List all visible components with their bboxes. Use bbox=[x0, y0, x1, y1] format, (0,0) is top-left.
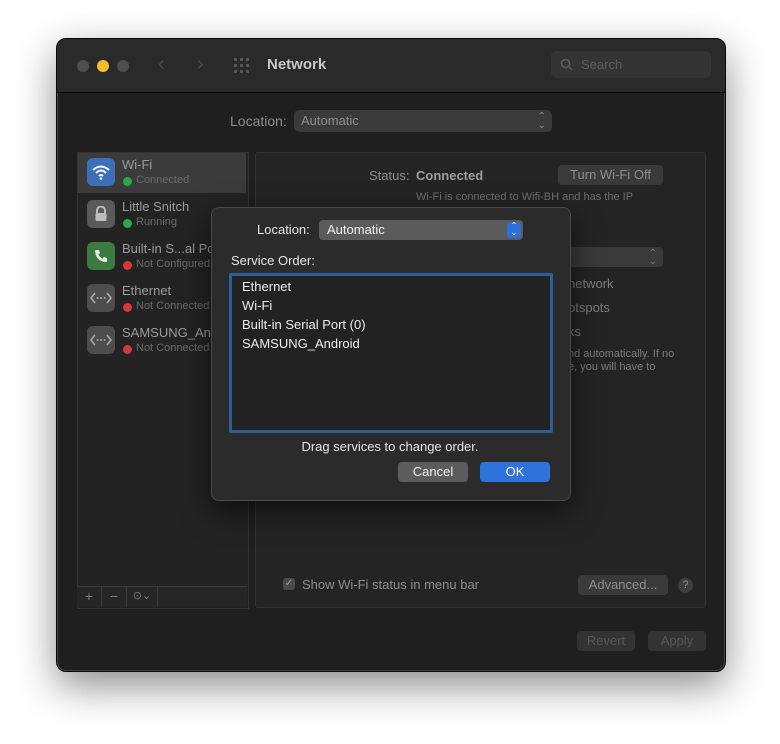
partial-text: otspots bbox=[568, 300, 610, 315]
show-wifi-status-label: Show Wi-Fi status in menu bar bbox=[302, 577, 480, 592]
window-title: Network bbox=[267, 56, 327, 73]
service-order-list[interactable]: Ethernet Wi-Fi Built-in Serial Port (0) … bbox=[229, 273, 553, 433]
status-value: Connected bbox=[416, 168, 484, 183]
status-dot bbox=[123, 345, 132, 354]
minimize-window-button[interactable] bbox=[97, 60, 109, 72]
forward-chevron-icon[interactable]: › bbox=[197, 53, 204, 76]
phone-icon bbox=[87, 242, 115, 270]
wifi-icon bbox=[87, 158, 115, 186]
add-service-button[interactable]: + bbox=[77, 587, 102, 607]
updown-chevron-icon: ⌃ ⌄ bbox=[537, 111, 546, 131]
service-name: Built-in S...al Port bbox=[122, 241, 223, 256]
service-status: Not Configured bbox=[136, 258, 210, 270]
network-name-select[interactable]: ⌃ ⌄ bbox=[567, 247, 663, 267]
status-description: Wi-Fi is connected to Wifi-BH and has th… bbox=[416, 191, 634, 203]
show-all-grid-icon[interactable] bbox=[234, 58, 250, 74]
revert-button[interactable]: Revert bbox=[577, 631, 635, 651]
status-dot bbox=[123, 219, 132, 228]
cancel-button[interactable]: Cancel bbox=[398, 462, 468, 482]
service-list-toolbar: + − ⊙⌄ bbox=[77, 586, 247, 607]
service-order-item-wifi[interactable]: Wi-Fi bbox=[242, 298, 272, 313]
drag-hint: Drag services to change order. bbox=[301, 439, 479, 454]
service-name: Ethernet bbox=[122, 283, 172, 298]
service-name: Little Snitch bbox=[122, 199, 190, 214]
back-chevron-icon[interactable]: ‹ bbox=[158, 53, 165, 76]
close-window-button[interactable] bbox=[77, 60, 89, 72]
ok-button[interactable]: OK bbox=[480, 462, 550, 482]
service-order-item-ethernet[interactable]: Ethernet bbox=[242, 279, 291, 294]
advanced-button[interactable]: Advanced... bbox=[578, 575, 668, 595]
location-label: Location: bbox=[230, 113, 287, 129]
service-name: Wi-Fi bbox=[122, 157, 153, 172]
service-order-sheet: Location: Automatic ⌃ ⌄ Service Order: Et… bbox=[211, 207, 571, 501]
sheet-location-value: Automatic bbox=[327, 222, 385, 237]
service-order-label: Service Order: bbox=[231, 253, 315, 268]
remove-service-button[interactable]: − bbox=[102, 587, 127, 607]
status-dot bbox=[123, 261, 132, 270]
partial-text: e, you will have to bbox=[568, 361, 656, 373]
title-bar: ‹ › Network Search bbox=[57, 39, 725, 93]
location-select[interactable]: Automatic ⌃ ⌄ bbox=[294, 110, 552, 132]
updown-chevron-icon: ⌃ ⌄ bbox=[507, 222, 521, 238]
ethernet-arrows-icon bbox=[87, 326, 115, 354]
search-field[interactable]: Search bbox=[551, 51, 711, 78]
lock-icon bbox=[87, 200, 115, 228]
search-placeholder: Search bbox=[581, 57, 623, 72]
search-icon bbox=[560, 58, 573, 71]
sheet-location-select[interactable]: Automatic ⌃ ⌄ bbox=[319, 220, 523, 240]
service-item-wifi[interactable]: Wi-Fi Connected bbox=[78, 153, 246, 193]
apply-button[interactable]: Apply bbox=[648, 631, 706, 651]
location-value: Automatic bbox=[301, 113, 359, 128]
partial-text: network bbox=[568, 276, 614, 291]
show-wifi-status-checkbox[interactable]: ✓ bbox=[283, 578, 295, 590]
zoom-window-button[interactable] bbox=[117, 60, 129, 72]
sheet-location-label: Location: bbox=[257, 222, 310, 237]
turn-wifi-off-button[interactable]: Turn Wi-Fi Off bbox=[558, 165, 663, 185]
updown-chevron-icon: ⌃ ⌄ bbox=[648, 248, 657, 267]
service-status: Running bbox=[136, 216, 177, 228]
action-menu-button[interactable]: ⊙⌄ bbox=[127, 587, 158, 607]
service-order-item-serial-port[interactable]: Built-in Serial Port (0) bbox=[242, 317, 366, 332]
service-status: Connected bbox=[136, 174, 190, 186]
ethernet-arrows-icon bbox=[87, 284, 115, 312]
status-label: Status: bbox=[369, 168, 410, 183]
service-order-item-samsung-android[interactable]: SAMSUNG_Android bbox=[242, 336, 360, 351]
status-dot bbox=[123, 177, 132, 186]
partial-text: nd automatically. If no bbox=[568, 348, 675, 360]
service-status: Not Connected bbox=[136, 300, 210, 312]
status-dot bbox=[123, 303, 132, 312]
service-status: Not Connected bbox=[136, 342, 210, 354]
help-button[interactable]: ? bbox=[678, 578, 693, 593]
